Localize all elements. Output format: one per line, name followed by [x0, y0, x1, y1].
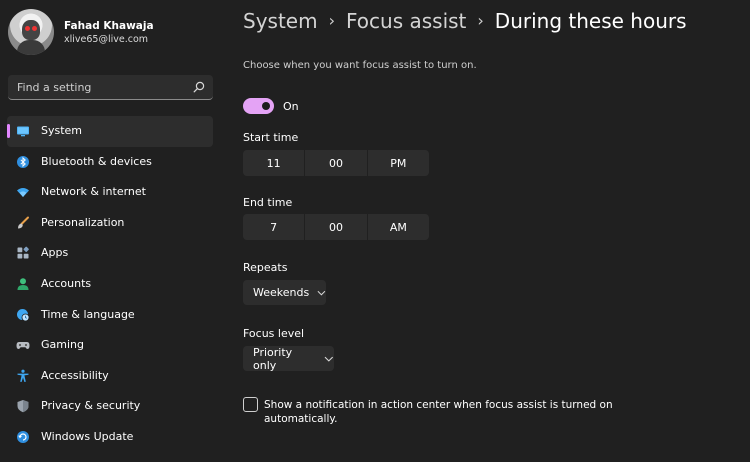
sidebar-item-apps[interactable]: Apps — [7, 238, 213, 269]
sidebar-item-label: Apps — [41, 246, 69, 260]
profile-name: Fahad Khawaja — [64, 20, 154, 32]
person-icon — [17, 278, 29, 290]
sidebar-item-personalization[interactable]: Personalization — [7, 208, 213, 239]
search-icon[interactable] — [193, 81, 205, 93]
wifi-icon — [17, 188, 29, 198]
focus-level-dropdown[interactable]: Priority only — [243, 345, 334, 372]
main-content: System › Focus assist › During these hours C… — [243, 0, 743, 462]
start-time-label: Start time — [243, 131, 299, 144]
sidebar-item-network-internet[interactable]: Network & internet — [7, 177, 213, 208]
globe-clock-icon — [17, 308, 30, 321]
avatar — [8, 9, 54, 55]
sidebar: Fahad Khawaja xlive65@live.com System Bl… — [0, 0, 220, 462]
end-time-period[interactable]: AM — [368, 214, 429, 240]
repeats-value: Weekends — [253, 286, 310, 299]
shield-icon — [17, 400, 29, 413]
sidebar-nav: System Bluetooth & devices Network & int… — [7, 116, 213, 453]
sidebar-item-label: Network & internet — [41, 185, 146, 199]
focus-level-value: Priority only — [253, 345, 293, 372]
end-time-picker[interactable]: 7 00 AM — [243, 214, 429, 240]
accessibility-icon — [17, 369, 29, 382]
repeats-label: Repeats — [243, 261, 288, 274]
sidebar-item-accessibility[interactable]: Accessibility — [7, 361, 213, 392]
sidebar-item-time-language[interactable]: Time & language — [7, 300, 213, 331]
brush-icon — [18, 216, 29, 229]
breadcrumb: System › Focus assist › During these hours — [243, 9, 687, 39]
profile-email: xlive65@live.com — [64, 34, 149, 45]
breadcrumb-focus-assist[interactable]: Focus assist — [346, 9, 466, 33]
sidebar-item-label: Windows Update — [41, 429, 134, 443]
user-profile[interactable]: Fahad Khawaja xlive65@live.com — [8, 9, 218, 55]
sidebar-item-label: Bluetooth & devices — [41, 154, 152, 168]
end-time-minute[interactable]: 00 — [305, 214, 368, 240]
apps-icon — [17, 247, 29, 259]
end-time-hour[interactable]: 7 — [243, 214, 306, 240]
breadcrumb-system[interactable]: System — [243, 9, 318, 33]
chevron-down-icon — [317, 290, 326, 295]
page-title: During these hours — [494, 9, 687, 33]
search-input[interactable] — [8, 75, 188, 99]
sidebar-item-windows-update[interactable]: Windows Update — [7, 422, 213, 453]
sidebar-item-accounts[interactable]: Accounts — [7, 269, 213, 300]
breadcrumb-separator-icon: › — [328, 11, 335, 30]
notification-checkbox[interactable] — [243, 397, 258, 412]
update-icon — [17, 430, 29, 443]
sidebar-item-label: System — [41, 124, 83, 137]
focus-assist-toggle[interactable] — [243, 98, 274, 114]
repeats-dropdown[interactable]: Weekends — [243, 280, 326, 305]
sidebar-item-label: Time & language — [41, 307, 135, 321]
monitor-icon — [17, 126, 29, 137]
sidebar-item-bluetooth-devices[interactable]: Bluetooth & devices — [7, 147, 213, 178]
sidebar-item-privacy-security[interactable]: Privacy & security — [7, 391, 213, 422]
gamepad-icon — [16, 342, 30, 350]
sidebar-item-label: Personalization — [41, 215, 125, 229]
end-time-label: End time — [243, 196, 293, 209]
toggle-knob — [262, 102, 270, 110]
start-time-period[interactable]: PM — [368, 150, 429, 176]
page-description: Choose when you want focus assist to tur… — [243, 60, 477, 71]
sidebar-item-system[interactable]: System — [7, 116, 213, 147]
sidebar-item-label: Accounts — [41, 276, 92, 290]
toggle-label: On — [283, 100, 299, 113]
sidebar-item-label: Accessibility — [41, 368, 109, 382]
start-time-minute[interactable]: 00 — [305, 150, 368, 176]
search-box — [8, 75, 213, 100]
sidebar-item-label: Gaming — [41, 338, 84, 352]
sidebar-item-gaming[interactable]: Gaming — [7, 330, 213, 361]
start-time-picker[interactable]: 11 00 PM — [243, 150, 429, 176]
breadcrumb-separator-icon: › — [477, 11, 484, 30]
chevron-down-icon — [324, 356, 334, 362]
focus-level-label: Focus level — [243, 327, 305, 340]
start-time-hour[interactable]: 11 — [243, 150, 306, 176]
notification-checkbox-label[interactable]: Show a notification in action center whe… — [264, 398, 624, 426]
bluetooth-icon — [17, 155, 29, 168]
sidebar-item-label: Privacy & security — [41, 399, 141, 413]
